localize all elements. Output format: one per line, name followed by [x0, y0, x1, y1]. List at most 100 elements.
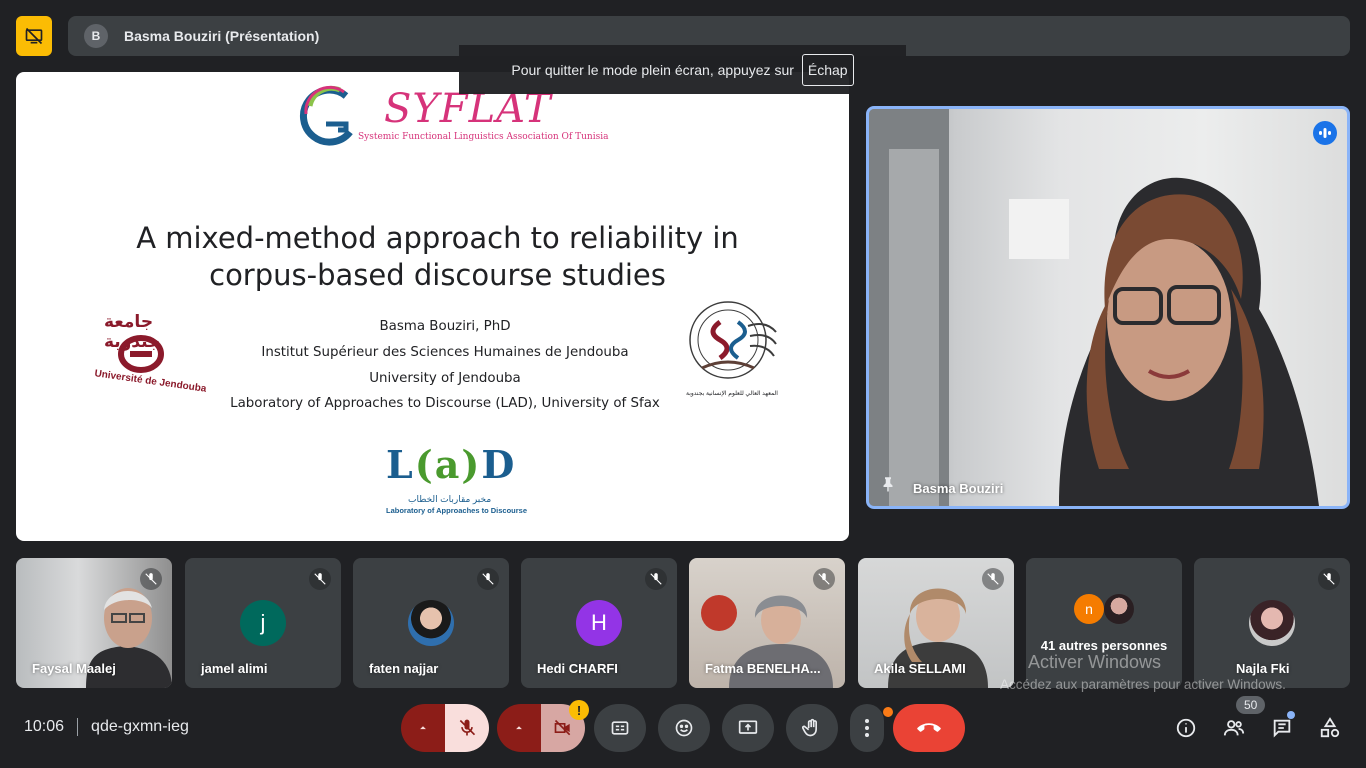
fullscreen-toast-message: Pour quitter le mode plein écran, appuye… — [511, 61, 794, 78]
mic-off-icon — [314, 573, 326, 585]
isshj-emblem-icon — [689, 301, 777, 379]
camera-warning-badge: ! — [569, 700, 589, 720]
isshj-logo-arabic: المعهد العالي للعلوم الإنسانية بجندوبة — [686, 391, 778, 397]
watermark-title: Activer Windows — [1028, 652, 1162, 672]
mic-off-indicator — [982, 568, 1004, 590]
mic-off-indicator — [1318, 568, 1340, 590]
emoji-icon — [675, 719, 693, 737]
watermark-subtitle: Accédez aux paramètres pour activer Wind… — [1000, 677, 1286, 692]
pin-button[interactable] — [879, 475, 897, 498]
participant-tile[interactable]: j jamel alimi — [185, 558, 341, 688]
participant-name: jamel alimi — [201, 661, 268, 676]
slide-affiliation-2: University of Jendouba — [369, 370, 521, 386]
participant-tile[interactable]: Akila SELLAMI — [858, 558, 1014, 688]
present-screen-icon — [738, 720, 758, 734]
mic-off-indicator — [309, 568, 331, 590]
mic-off-indicator — [477, 568, 499, 590]
syflat-emblem-icon — [299, 85, 353, 146]
mic-off-icon — [650, 573, 662, 585]
call-end-icon — [917, 723, 941, 732]
mic-off-icon — [987, 573, 999, 585]
mic-off-indicator — [645, 568, 667, 590]
participant-name: Fatma BENELHA... — [705, 661, 821, 676]
meeting-details-button[interactable] — [1166, 708, 1206, 748]
escape-key-hint: Échap — [801, 53, 854, 86]
presenter-avatar: B — [84, 24, 108, 48]
mic-control-group — [401, 704, 489, 752]
participant-tile[interactable]: faten najjar — [353, 558, 509, 688]
captions-button[interactable] — [594, 704, 646, 752]
participant-name: Faysal Maalej — [32, 661, 116, 676]
participant-photo-avatar — [1249, 600, 1295, 646]
slide-title: A mixed-method approach to reliability i… — [16, 220, 849, 294]
reactions-button[interactable] — [658, 704, 710, 752]
lad-logo-english: Laboratory of Approaches to Discourse — [386, 506, 527, 515]
windows-activation-watermark: Activer Windows Accédez aux paramètres p… — [1000, 652, 1286, 692]
meeting-info: 10:06 qde-gxmn-ieg — [24, 718, 189, 736]
present-screen-button[interactable] — [722, 704, 774, 752]
slide-title-line2: corpus-based discourse studies — [209, 258, 666, 292]
leave-call-button[interactable] — [893, 704, 965, 752]
slide-affiliation-3: Laboratory of Approaches to Discourse (L… — [230, 396, 660, 412]
meeting-time: 10:06 — [24, 718, 65, 735]
participant-tile[interactable]: Fatma BENELHA... — [689, 558, 845, 688]
meeting-code[interactable]: qde-gxmn-ieg — [91, 718, 189, 736]
isshj-logo: المعهد العالي للعلوم الإنسانية بجندوبة — [684, 296, 780, 404]
raise-hand-button[interactable] — [786, 704, 838, 752]
mic-off-indicator — [140, 568, 162, 590]
chevron-up-icon — [516, 726, 522, 730]
divider — [77, 718, 79, 736]
captions-icon — [611, 721, 629, 735]
shared-presentation: SYFLAT Systemic Functional Linguistics A… — [16, 72, 849, 541]
speaking-icon — [1319, 128, 1331, 138]
mic-off-indicator — [813, 568, 835, 590]
participant-tile[interactable]: Faysal Maalej — [16, 558, 172, 688]
chat-button[interactable] — [1262, 708, 1302, 748]
audio-options-button[interactable] — [401, 704, 445, 752]
notification-dot — [883, 707, 893, 717]
people-icon — [1223, 720, 1245, 736]
participant-tile[interactable]: H Hedi CHARFI — [521, 558, 677, 688]
lad-logo: L(a)D مخبر مقاربات الخطاب Laboratory of … — [384, 440, 527, 518]
mini-avatar: n — [1074, 594, 1104, 624]
present-stop-icon — [25, 27, 43, 45]
activities-icon — [1320, 717, 1340, 738]
active-speaker-tile[interactable]: Basma Bouziri — [866, 106, 1350, 509]
mic-off-icon — [482, 573, 494, 585]
more-vert-icon — [865, 719, 869, 737]
participant-name: faten najjar — [369, 661, 439, 676]
chevron-up-icon — [420, 726, 426, 730]
speaker-name: Basma Bouziri — [913, 481, 1004, 496]
slide-author: Basma Bouziri, PhD — [379, 319, 511, 334]
more-options-button[interactable] — [850, 704, 884, 752]
participant-avatar: j — [240, 600, 286, 646]
presenting-badge[interactable] — [16, 16, 52, 56]
camera-off-icon — [554, 719, 571, 736]
slide-title-line1: A mixed-method approach to reliability i… — [136, 221, 739, 255]
activities-button[interactable] — [1310, 708, 1350, 748]
pin-icon — [883, 477, 893, 492]
participant-name: Hedi CHARFI — [537, 661, 618, 676]
raise-hand-icon — [802, 718, 817, 737]
lad-wordmark: L(a)D — [386, 442, 517, 487]
presentation-title: Basma Bouziri (Présentation) — [124, 28, 320, 44]
speaking-indicator — [1313, 121, 1337, 145]
participant-count-badge: 50 — [1236, 696, 1266, 714]
speaker-video-placeholder — [869, 109, 1319, 506]
mic-toggle-button[interactable] — [445, 704, 489, 752]
participant-avatar: H — [576, 600, 622, 646]
university-jendouba-logo: جامعة جندوبة Université de Jendouba — [94, 312, 207, 396]
uj-emblem-icon — [118, 335, 164, 373]
mic-off-icon — [459, 719, 476, 736]
syflat-subtitle: Systemic Functional Linguistics Associat… — [358, 132, 609, 142]
slide-author-block: Basma Bouziri, PhD Institut Supérieur de… — [226, 314, 664, 417]
video-options-button[interactable] — [497, 704, 541, 752]
chat-notification-dot — [1287, 711, 1295, 719]
mic-off-icon — [1323, 573, 1335, 585]
mic-off-icon — [818, 573, 830, 585]
info-icon — [1176, 718, 1196, 738]
lad-logo-arabic: مخبر مقاربات الخطاب — [408, 494, 492, 504]
people-button[interactable] — [1214, 708, 1254, 748]
mini-photo-avatar — [1104, 594, 1134, 624]
mic-off-icon — [145, 573, 157, 585]
